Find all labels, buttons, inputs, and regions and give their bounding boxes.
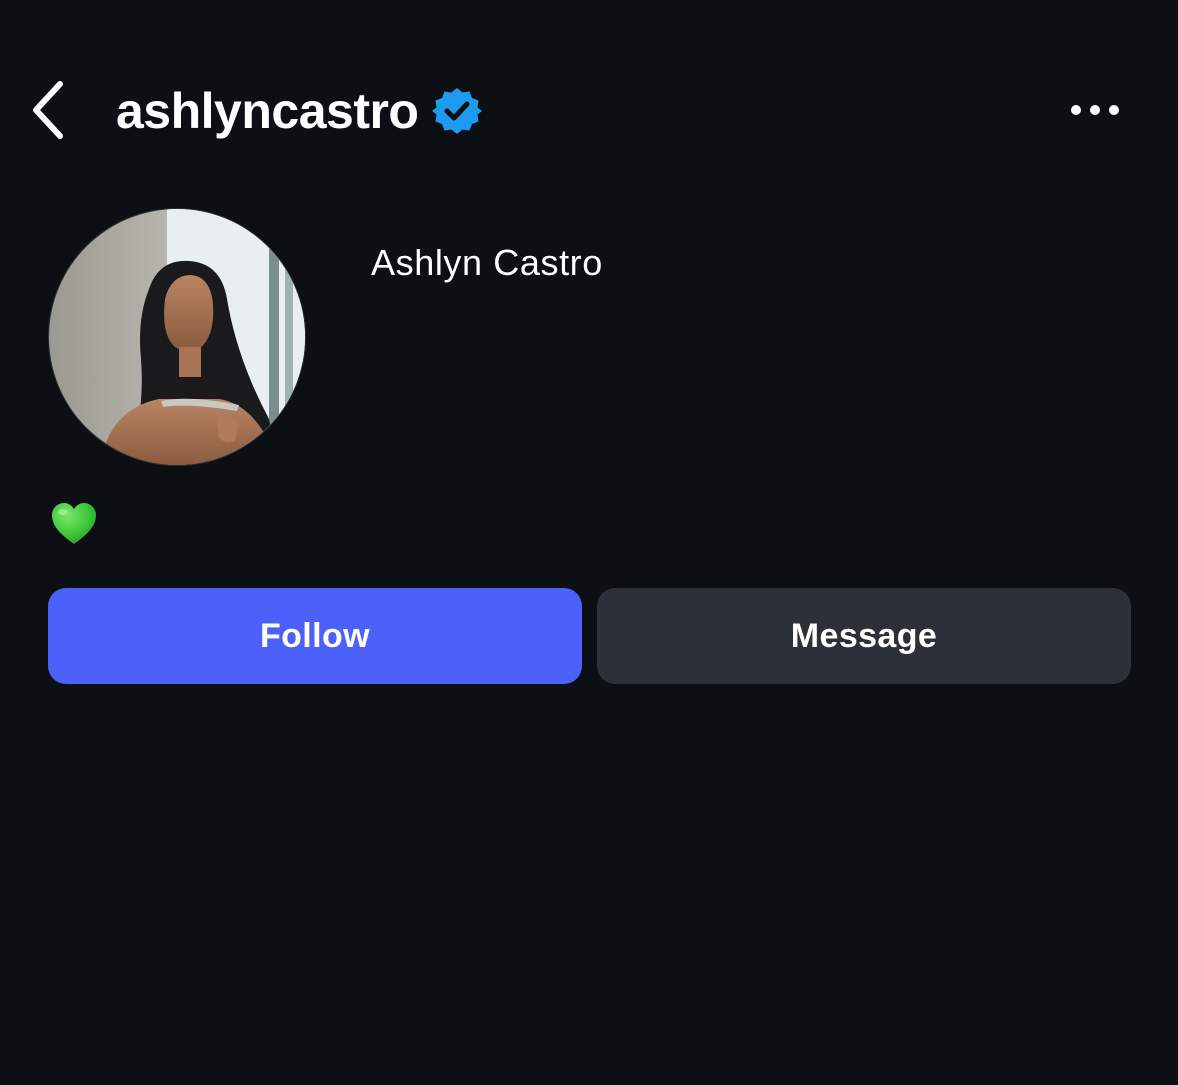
username-group: ashlyncastro bbox=[116, 80, 483, 142]
back-button[interactable] bbox=[20, 78, 76, 142]
follow-button[interactable]: Follow bbox=[48, 588, 582, 684]
profile-avatar[interactable] bbox=[48, 208, 306, 466]
message-button[interactable]: Message bbox=[597, 588, 1131, 684]
avatar-photo bbox=[49, 209, 305, 465]
ellipsis-icon bbox=[1071, 105, 1119, 115]
username: ashlyncastro bbox=[116, 83, 419, 139]
more-options-button[interactable] bbox=[1062, 90, 1128, 130]
bio-green-heart-icon bbox=[50, 500, 98, 548]
verified-badge-icon bbox=[432, 86, 483, 136]
profile-header: ashlyncastro bbox=[0, 60, 1178, 160]
display-name: Ashlyn Castro bbox=[371, 242, 603, 283]
chevron-left-icon bbox=[33, 81, 63, 139]
